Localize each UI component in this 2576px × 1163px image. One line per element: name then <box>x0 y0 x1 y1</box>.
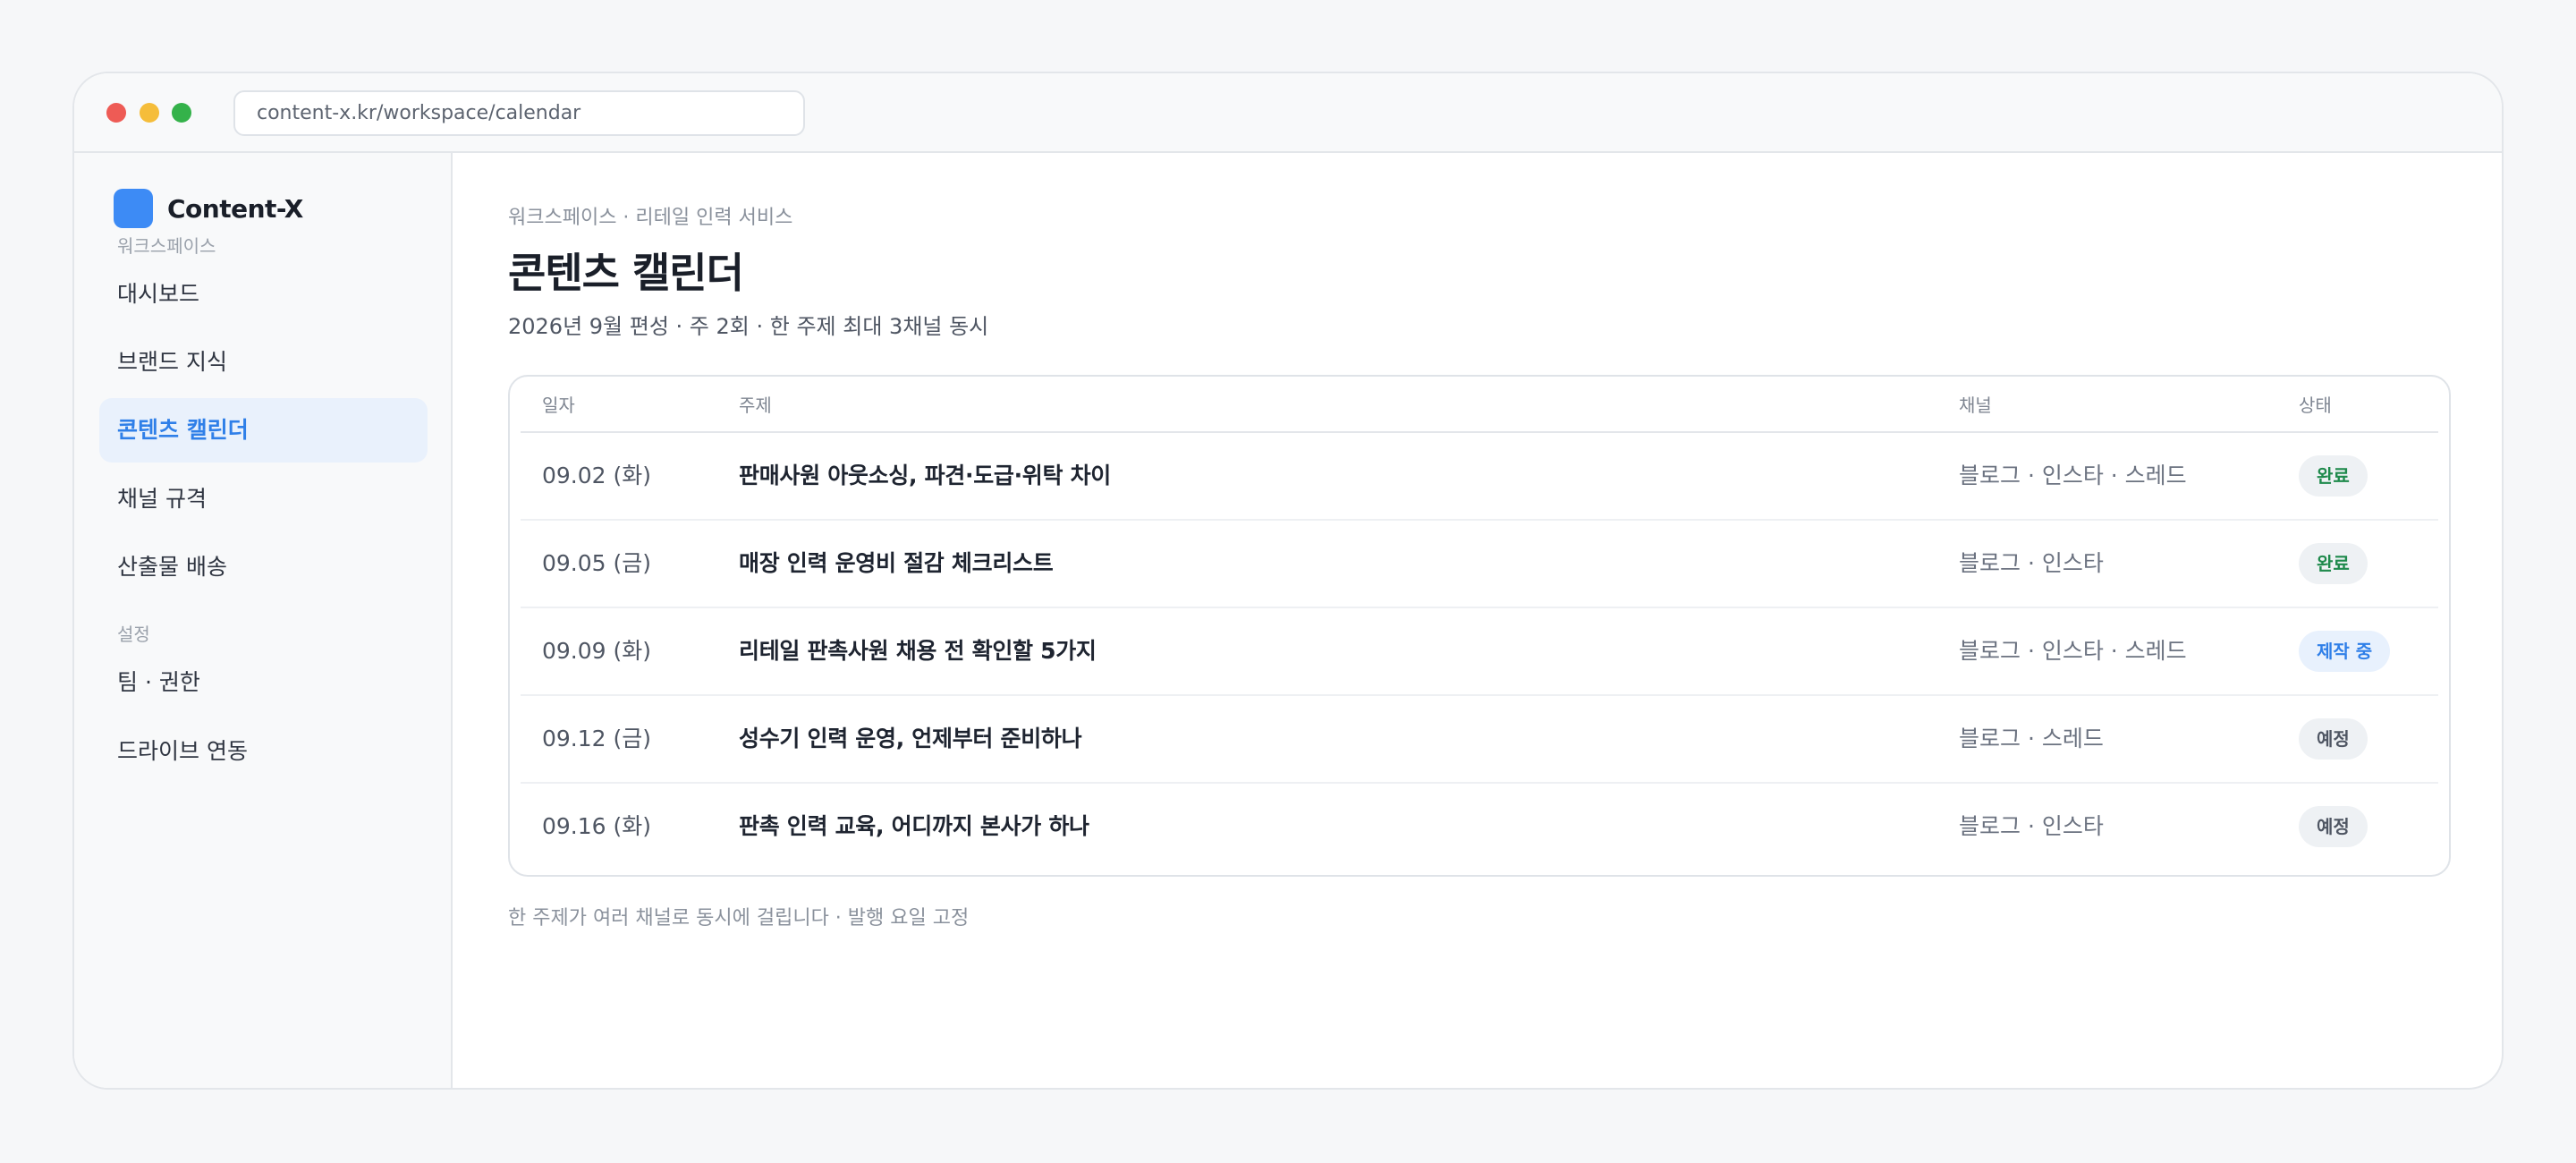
row-date: 09.02 (화) <box>542 463 652 488</box>
table-footnote: 한 주제가 여러 채널로 동시에 걸립니다 · 발행 요일 고정 <box>508 907 970 930</box>
address-bar[interactable]: content-x.kr/workspace/calendar <box>233 90 805 136</box>
row-channel: 블로그 · 인스타 <box>1959 550 2104 576</box>
row-channel: 블로그 · 스레드 <box>1959 726 2104 751</box>
page-subtitle: 2026년 9월 편성 · 주 2회 · 한 주제 최대 3채널 동시 <box>508 314 989 339</box>
row-channel: 블로그 · 인스타 <box>1959 813 2104 839</box>
sidebar-item-brand-knowledge[interactable]: 브랜드 지식 <box>99 330 428 395</box>
sidebar-section-workspace: 워크스페이스 <box>117 235 216 257</box>
row-topic[interactable]: 매장 인력 운영비 절감 체크리스트 <box>739 521 1054 607</box>
page-title: 콘텐츠 캘린더 <box>508 249 744 297</box>
status-badge: 완료 <box>2299 543 2368 584</box>
row-topic[interactable]: 판매사원 아웃소싱, 파견·도급·위탁 차이 <box>739 433 1111 519</box>
table-row[interactable]: 09.09 (화) 리테일 판촉사원 채용 전 확인할 5가지 블로그 · 인스… <box>521 608 2438 696</box>
column-header-status: 상태 <box>2299 395 2332 416</box>
status-badge: 제작 중 <box>2299 631 2391 672</box>
column-header-date: 일자 <box>542 395 575 416</box>
row-date: 09.16 (화) <box>542 813 652 839</box>
browser-window: content-x.kr/workspace/calendar Content-… <box>72 72 2504 1090</box>
breadcrumb: 워크스페이스 · 리테일 인력 서비스 <box>508 207 793 229</box>
table-row[interactable]: 09.02 (화) 판매사원 아웃소싱, 파견·도급·위탁 차이 블로그 · 인… <box>521 433 2438 521</box>
row-date: 09.09 (화) <box>542 638 652 664</box>
row-topic[interactable]: 판촉 인력 교육, 어디까지 본사가 하나 <box>739 784 1089 870</box>
status-badge: 예정 <box>2299 718 2368 760</box>
row-channel: 블로그 · 인스타 · 스레드 <box>1959 463 2187 488</box>
row-channel: 블로그 · 인스타 · 스레드 <box>1959 638 2187 664</box>
main-content: 워크스페이스 · 리테일 인력 서비스 콘텐츠 캘린더 2026년 9월 편성 … <box>454 153 2502 1088</box>
brand-name: Content-X <box>167 193 303 224</box>
brand-logo-icon <box>114 189 153 228</box>
table-row[interactable]: 09.16 (화) 판촉 인력 교육, 어디까지 본사가 하나 블로그 · 인스… <box>521 784 2438 871</box>
status-badge: 완료 <box>2299 455 2368 497</box>
content-calendar-table: 일자 주제 채널 상태 09.02 (화) 판매사원 아웃소싱, 파견·도급·위… <box>508 375 2451 877</box>
row-date: 09.12 (금) <box>542 726 652 751</box>
sidebar-item-dashboard[interactable]: 대시보드 <box>99 262 428 327</box>
sidebar-item-deliverables[interactable]: 산출물 배송 <box>99 535 428 599</box>
sidebar-item-channel-specs[interactable]: 채널 규격 <box>99 467 428 531</box>
status-badge: 예정 <box>2299 806 2368 847</box>
row-topic[interactable]: 성수기 인력 운영, 언제부터 준비하나 <box>739 696 1082 782</box>
browser-titlebar: content-x.kr/workspace/calendar <box>74 73 2502 153</box>
column-header-channel: 채널 <box>1959 395 1992 416</box>
close-window-button[interactable] <box>106 103 126 123</box>
row-date: 09.05 (금) <box>542 550 652 576</box>
sidebar: Content-X 워크스페이스 대시보드 브랜드 지식 콘텐츠 캘린더 채널 … <box>74 153 453 1088</box>
sidebar-item-content-calendar[interactable]: 콘텐츠 캘린더 <box>99 398 428 463</box>
sidebar-section-settings: 설정 <box>117 624 150 645</box>
column-header-topic: 주제 <box>739 395 772 416</box>
sidebar-item-drive-integration[interactable]: 드라이브 연동 <box>99 719 428 784</box>
brand[interactable]: Content-X <box>114 189 303 228</box>
sidebar-item-team-permissions[interactable]: 팀 · 권한 <box>99 650 428 715</box>
table-row[interactable]: 09.12 (금) 성수기 인력 운영, 언제부터 준비하나 블로그 · 스레드… <box>521 696 2438 784</box>
minimize-window-button[interactable] <box>140 103 159 123</box>
table-header: 일자 주제 채널 상태 <box>521 377 2438 433</box>
maximize-window-button[interactable] <box>172 103 191 123</box>
table-row[interactable]: 09.05 (금) 매장 인력 운영비 절감 체크리스트 블로그 · 인스타 완… <box>521 521 2438 608</box>
row-topic[interactable]: 리테일 판촉사원 채용 전 확인할 5가지 <box>739 608 1097 694</box>
